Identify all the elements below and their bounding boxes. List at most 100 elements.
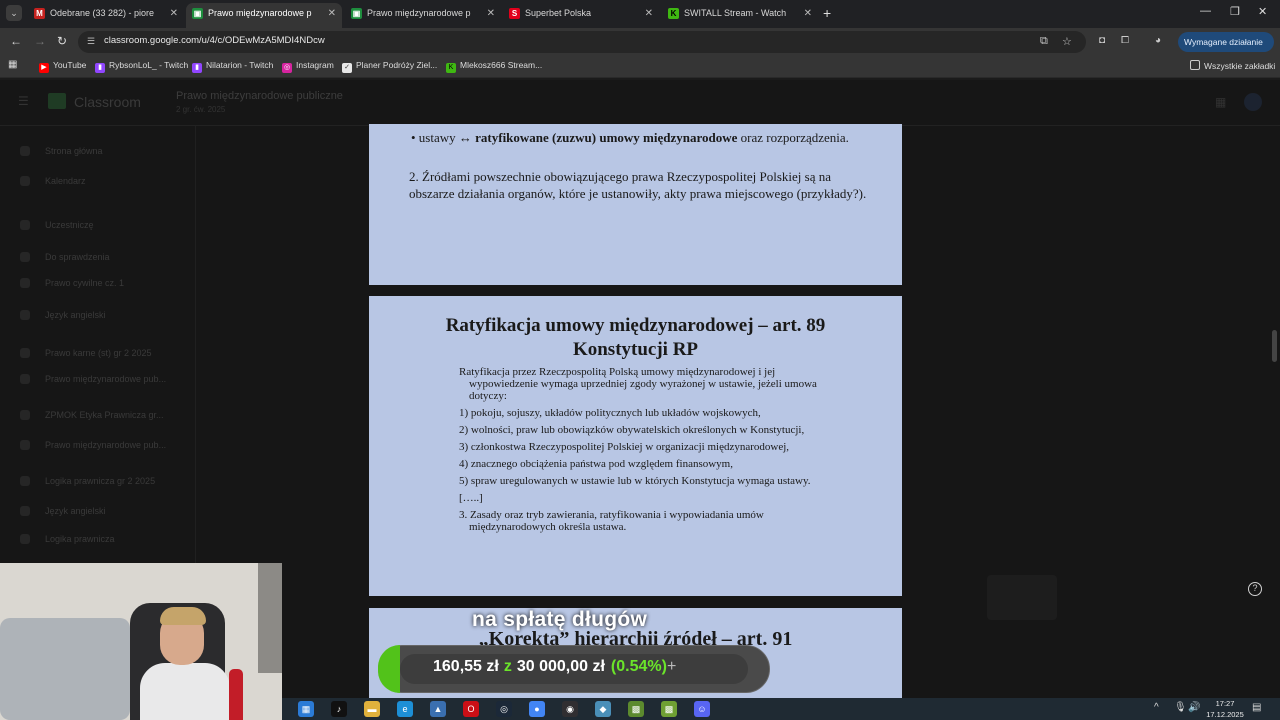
youtube-icon: ▶ — [39, 63, 49, 73]
close-window-icon[interactable]: ✕ — [1258, 5, 1267, 18]
bookmark-label: Nilatarion - Twitch — [206, 60, 274, 70]
site-info-icon[interactable]: ☰ — [87, 36, 95, 47]
sidebar-item-enrolled[interactable]: Uczestniczę — [20, 220, 94, 230]
sidebar-item-label: Logika prawnicza gr 2 2025 — [45, 476, 156, 486]
course-title[interactable]: Prawo międzynarodowe publiczne — [176, 90, 343, 102]
scrollbar[interactable] — [1272, 330, 1277, 362]
install-app-icon[interactable]: ⧉ — [1040, 35, 1048, 48]
obs-icon[interactable]: ◉ — [562, 701, 578, 717]
webcam-blanket — [0, 618, 130, 720]
file-explorer-icon[interactable]: ▬ — [364, 701, 380, 717]
app-title[interactable]: Classroom — [74, 94, 141, 110]
new-tab-icon[interactable]: + — [823, 5, 831, 21]
maximize-icon[interactable]: ❐ — [1230, 5, 1240, 18]
back-icon[interactable]: ← — [10, 34, 22, 48]
bookmark-mlekosz[interactable]: K Mlekosz666 Stream... — [446, 60, 542, 73]
steam-icon[interactable]: ◎ — [496, 701, 512, 717]
extensions-puzzle-icon[interactable]: ⧠ — [1121, 35, 1129, 46]
comment-box[interactable] — [987, 575, 1057, 620]
tab-strip: ⌄ M Odebrane (33 282) - piorekswi ✕ ▣ Pr… — [0, 0, 1280, 28]
sidebar-item-home[interactable]: Strona główna — [20, 146, 103, 156]
bookmark-twitch-nilatarion[interactable]: ▮ Nilatarion - Twitch — [192, 60, 273, 73]
chrome-icon[interactable]: ● — [529, 701, 545, 717]
close-icon[interactable]: ✕ — [170, 3, 178, 24]
app-icon-2[interactable]: ◆ — [595, 701, 611, 717]
chevron-up-icon[interactable]: ^ — [1154, 702, 1159, 713]
webcam-window — [258, 563, 282, 673]
bookmark-planer[interactable]: ✓ Planer Podróży Ziel... — [342, 60, 437, 73]
volume-icon[interactable]: 🔊 — [1188, 702, 1200, 713]
sidebar-item-course[interactable]: Prawo międzynarodowe pub... — [20, 440, 166, 450]
goal-percent: (0.54%) — [610, 658, 667, 675]
folder-icon — [1190, 60, 1200, 70]
sidebar-item-course[interactable]: Logika prawnicza gr 2 2025 — [20, 476, 155, 486]
minimize-icon[interactable]: — — [1200, 5, 1211, 17]
close-icon[interactable]: ✕ — [328, 3, 336, 24]
help-icon[interactable]: ? — [1248, 582, 1262, 596]
bookmark-label: YouTube — [53, 60, 87, 70]
kick-icon: K — [446, 63, 456, 73]
tab-classroom-active[interactable]: ▣ Prawo międzynarodowe public ✕ — [186, 3, 342, 28]
store-icon[interactable]: ▦ — [298, 701, 314, 717]
app-icon[interactable]: ▲ — [430, 701, 446, 717]
course-icon — [20, 476, 30, 486]
sidebar-item-calendar[interactable]: Kalendarz — [20, 176, 86, 186]
edge-icon[interactable]: e — [397, 701, 413, 717]
clock-time: 17:27 — [1215, 699, 1235, 708]
hamburger-icon[interactable]: ☰ — [18, 94, 29, 108]
notification-icon[interactable]: ▤ — [1252, 702, 1261, 713]
bookmark-star-icon[interactable]: ☆ — [1062, 35, 1072, 48]
forward-icon[interactable]: → — [34, 34, 46, 48]
tab-superbet[interactable]: S Superbet Polska ✕ — [503, 3, 659, 28]
avatar[interactable] — [1244, 93, 1262, 111]
sidebar-item-label: Do sprawdzenia — [45, 252, 110, 262]
all-bookmarks[interactable]: Wszystkie zakładki — [1190, 60, 1275, 71]
profile-avatar-icon[interactable]: ◕ — [1155, 35, 1161, 46]
course-icon — [20, 506, 30, 516]
sidebar-item-todo[interactable]: Do sprawdzenia — [20, 252, 110, 262]
sidebar-item-course[interactable]: Język angielski — [20, 310, 106, 320]
reload-icon[interactable]: ↻ — [57, 34, 67, 48]
bookmarks-bar: ▦ ▶ YouTube ▮ RybsonLoL_ - Twitch ▮ Nilatar… — [0, 56, 1280, 78]
webcam-person-hair — [160, 607, 206, 625]
discord-icon[interactable]: ☺ — [694, 701, 710, 717]
slide-2-title-line2: Konstytucji RP — [572, 339, 699, 360]
minecraft-icon[interactable]: ▩ — [628, 701, 644, 717]
goal-current: 160,55 zł — [433, 658, 499, 675]
tab-search-icon[interactable]: ⌄ — [6, 5, 22, 21]
sidebar-item-course[interactable]: Prawo karne (st) gr 2 2025 — [20, 348, 152, 358]
bookmark-youtube[interactable]: ▶ YouTube — [39, 60, 86, 73]
sidebar-item-course[interactable]: Prawo międzynarodowe pub... — [20, 374, 166, 384]
tab-classroom[interactable]: ▣ Prawo międzynarodowe public ✕ — [345, 3, 501, 28]
action-required-label: Wymagane działanie — [1184, 37, 1263, 47]
clock-date: 17.12.2025 — [1206, 710, 1244, 719]
extension-icon[interactable]: ◘ — [1099, 35, 1105, 46]
twitch-icon: ▮ — [192, 63, 202, 73]
action-required-button[interactable]: Wymagane działanie ⋮ — [1178, 32, 1274, 67]
minecraft-icon-2[interactable]: ▩ — [661, 701, 677, 717]
address-bar[interactable]: ☰ classroom.google.com/u/4/c/ODEwMzA5MDI… — [78, 31, 1086, 53]
apps-grid-icon[interactable]: ▦ — [1215, 95, 1226, 109]
sidebar-item-course[interactable]: Język angielski — [20, 506, 106, 516]
classroom-header: ☰ Classroom Prawo międzynarodowe publicz… — [0, 80, 1280, 126]
close-icon[interactable]: ✕ — [487, 3, 495, 24]
microphone-icon[interactable]: 🎙 — [1174, 702, 1187, 713]
people-icon — [20, 220, 30, 230]
sidebar-item-course[interactable]: Prawo cywilne cz. 1 — [20, 278, 124, 288]
close-icon[interactable]: ✕ — [645, 3, 653, 24]
sidebar-item-course[interactable]: ZPMOK Etyka Prawnicza gr... — [20, 410, 164, 420]
apps-grid-icon[interactable]: ▦ — [8, 59, 17, 70]
close-icon[interactable]: ✕ — [804, 3, 812, 24]
tab-gmail[interactable]: M Odebrane (33 282) - piorekswi ✕ — [28, 3, 184, 28]
tiktok-icon[interactable]: ♪ — [331, 701, 347, 717]
slide-2-item: 4) znacznego obciążenia państwa pod wzgl… — [459, 458, 733, 470]
bookmark-instagram[interactable]: ◎ Instagram — [282, 60, 334, 73]
bookmark-label: RybsonLoL_ - Twitch — [109, 60, 189, 70]
bookmark-twitch-rybson[interactable]: ▮ RybsonLoL_ - Twitch — [95, 60, 188, 73]
taskbar-clock[interactable]: 17:27 17.12.2025 — [1205, 698, 1245, 720]
tab-kick[interactable]: K SWITALL Stream - Watch Live o ✕ — [662, 3, 818, 28]
sidebar-item-course[interactable]: Logika prawnicza — [20, 534, 115, 544]
opera-icon[interactable]: O — [463, 701, 479, 717]
goal-target: 30 000,00 zł — [516, 658, 605, 675]
slide-2-intro: Ratyfikacja przez Rzeczpospolitą Polską … — [459, 366, 817, 402]
